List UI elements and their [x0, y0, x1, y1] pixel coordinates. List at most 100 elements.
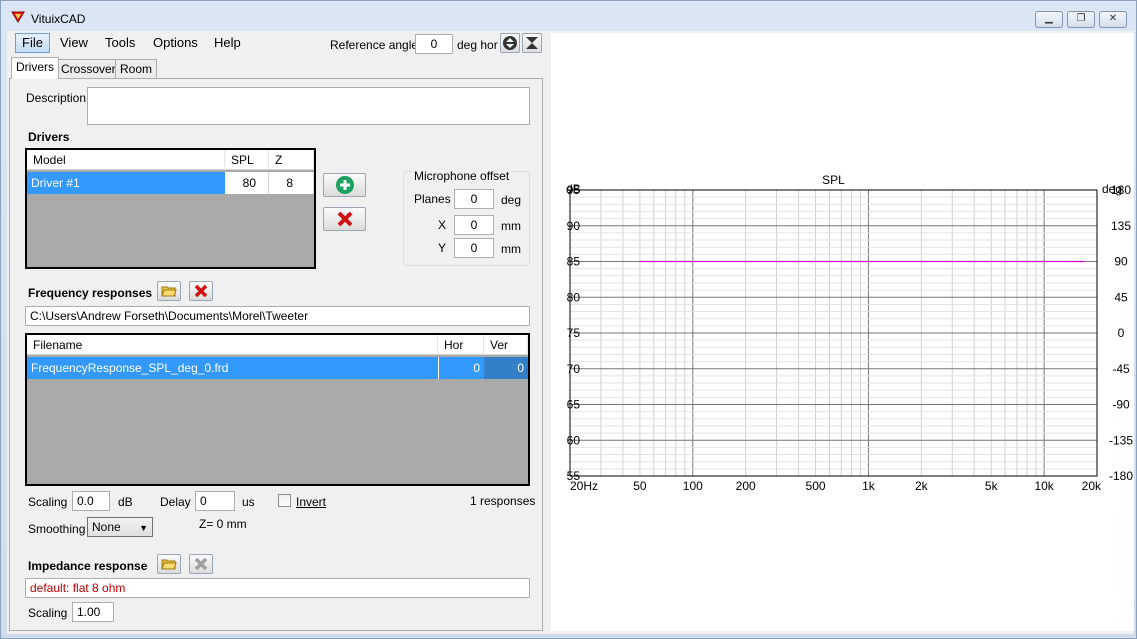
frequency-response-path[interactable]: C:\Users\Andrew Forseth\Documents\Morel\… [25, 306, 530, 326]
table-row[interactable]: FrequencyResponse_SPL_deg_0.frd 0 0 [27, 357, 528, 379]
y-tick-label: 65 [567, 398, 581, 412]
menu-help[interactable]: Help [208, 33, 247, 53]
impedance-value[interactable]: default: flat 8 ohm [25, 578, 530, 598]
y2-tick-label: -45 [1112, 362, 1130, 376]
remove-impedance-button[interactable] [189, 554, 213, 574]
x-tick-label: 20Hz [570, 479, 598, 493]
maximize-button[interactable]: ❐ [1067, 11, 1095, 28]
driver-spl-cell[interactable]: 80 [225, 172, 269, 194]
tab-crossover[interactable]: Crossover [56, 59, 121, 79]
tab-room[interactable]: Room [115, 59, 158, 79]
filename-cell[interactable]: FrequencyResponse_SPL_deg_0.frd [27, 357, 438, 379]
description-input[interactable] [87, 87, 530, 125]
col-spl[interactable]: SPL [225, 150, 269, 170]
scaling-input[interactable]: 0.0 [72, 491, 110, 511]
x-tick-label: 1k [862, 479, 876, 493]
planes-label: Planes [414, 192, 451, 206]
smoothing-label: Smoothing [28, 522, 86, 536]
restore-icon: ❐ [1076, 13, 1086, 24]
frequency-responses-heading: Frequency responses [28, 286, 153, 300]
y-tick-label: 70 [567, 362, 581, 376]
y-tick-label: 60 [567, 433, 581, 447]
planes-input[interactable]: 0 [454, 189, 494, 209]
hourglass-icon [526, 37, 538, 49]
invert-checkbox[interactable] [278, 494, 291, 507]
impedance-scaling-label: Scaling [28, 606, 68, 620]
drivers-table: Model SPL Z Driver #1 80 8 [25, 148, 316, 269]
ver-cell[interactable]: 0 [484, 357, 528, 379]
add-driver-button[interactable] [323, 173, 366, 197]
z-offset-text: Z= 0 mm [199, 517, 247, 531]
angle-reset-button[interactable] [522, 33, 542, 53]
x-tick-label: 20k [1082, 479, 1102, 493]
frequency-table-header: Filename Hor Ver [27, 335, 528, 355]
remove-driver-button[interactable] [323, 207, 366, 231]
invert-label[interactable]: Invert [296, 495, 326, 509]
col-z[interactable]: Z [269, 150, 314, 170]
app-window: VituixCAD ▁ ❐ ✕ File View Tools Options … [0, 0, 1137, 639]
y2-tick-label: 90 [1114, 255, 1128, 269]
hor-cell[interactable]: 0 [438, 357, 484, 379]
menu-tools[interactable]: Tools [99, 33, 141, 53]
spl-chart: SPLdB deg95908580757065605518013590450-45… [566, 173, 1133, 493]
y-tick-label: 90 [567, 219, 581, 233]
col-filename[interactable]: Filename [27, 335, 438, 355]
chart-title: SPL [822, 173, 845, 187]
y2-tick-label: 0 [1118, 326, 1125, 340]
x-offset-input[interactable]: 0 [454, 215, 494, 235]
x-tick-label: 2k [915, 479, 929, 493]
y-tick-label: 85 [567, 255, 581, 269]
spl-plot-pane: SPL dB deg 95 90 85 80 75 70 65 60 55 180 135 90 45 0 -45… [551, 33, 1134, 631]
scaling-unit: dB [118, 495, 133, 509]
driver-model-cell[interactable]: Driver #1 [27, 172, 225, 194]
impedance-scaling-input[interactable]: 1.00 [72, 602, 114, 622]
delete-x-icon [194, 284, 208, 298]
open-frequency-response-button[interactable] [157, 281, 181, 301]
delete-x-icon [194, 557, 208, 571]
delay-label: Delay [160, 495, 191, 509]
description-label: Description [26, 91, 87, 105]
x-offset-unit: mm [501, 219, 521, 233]
x-offset-label: X [438, 218, 447, 232]
remove-frequency-response-button[interactable] [189, 281, 213, 301]
open-impedance-button[interactable] [157, 554, 181, 574]
minimize-button[interactable]: ▁ [1035, 11, 1063, 28]
col-ver[interactable]: Ver [484, 335, 528, 355]
vituixcad-logo-icon [11, 11, 25, 23]
window-title: VituixCAD [31, 12, 86, 26]
x-tick-label: 100 [683, 479, 703, 493]
menu-view[interactable]: View [54, 33, 94, 53]
tab-drivers[interactable]: Drivers [11, 57, 59, 79]
responses-count: 1 responses [470, 494, 536, 508]
menu-options[interactable]: Options [147, 33, 204, 53]
delete-x-icon [337, 211, 352, 227]
delay-input[interactable]: 0 [195, 491, 235, 511]
frequency-responses-table: Filename Hor Ver FrequencyResponse_SPL_d… [25, 333, 530, 486]
driver-z-cell[interactable]: 8 [269, 172, 314, 194]
client-area: File View Tools Options Help Reference a… [7, 31, 1134, 634]
x-tick-label: 50 [633, 479, 647, 493]
close-button[interactable]: ✕ [1099, 11, 1127, 28]
x-tick-label: 500 [806, 479, 826, 493]
drivers-heading: Drivers [28, 130, 70, 144]
table-row[interactable]: Driver #1 80 8 [27, 172, 314, 194]
y-offset-input[interactable]: 0 [454, 238, 494, 258]
y-offset-unit: mm [501, 242, 521, 256]
y-offset-label: Y [438, 241, 447, 255]
col-hor[interactable]: Hor [438, 335, 484, 355]
angle-up-down-button[interactable] [500, 33, 520, 53]
menu-file[interactable]: File [15, 33, 50, 53]
y-tick-label: 80 [567, 290, 581, 304]
planes-unit: deg [501, 193, 522, 207]
reference-angle-label: Reference angle [330, 38, 419, 52]
col-model[interactable]: Model [27, 150, 225, 170]
minimize-icon: ▁ [1045, 13, 1053, 24]
x-tick-label: 5k [985, 479, 999, 493]
smoothing-value: None [92, 520, 121, 534]
x-tick-label: 200 [736, 479, 756, 493]
reference-angle-unit: deg hor [457, 38, 498, 52]
y2-tick-label: -135 [1109, 433, 1133, 447]
smoothing-select[interactable]: None ▼ [87, 517, 153, 537]
x-tick-label: 10k [1034, 479, 1054, 493]
reference-angle-input[interactable]: 0 [415, 34, 453, 54]
